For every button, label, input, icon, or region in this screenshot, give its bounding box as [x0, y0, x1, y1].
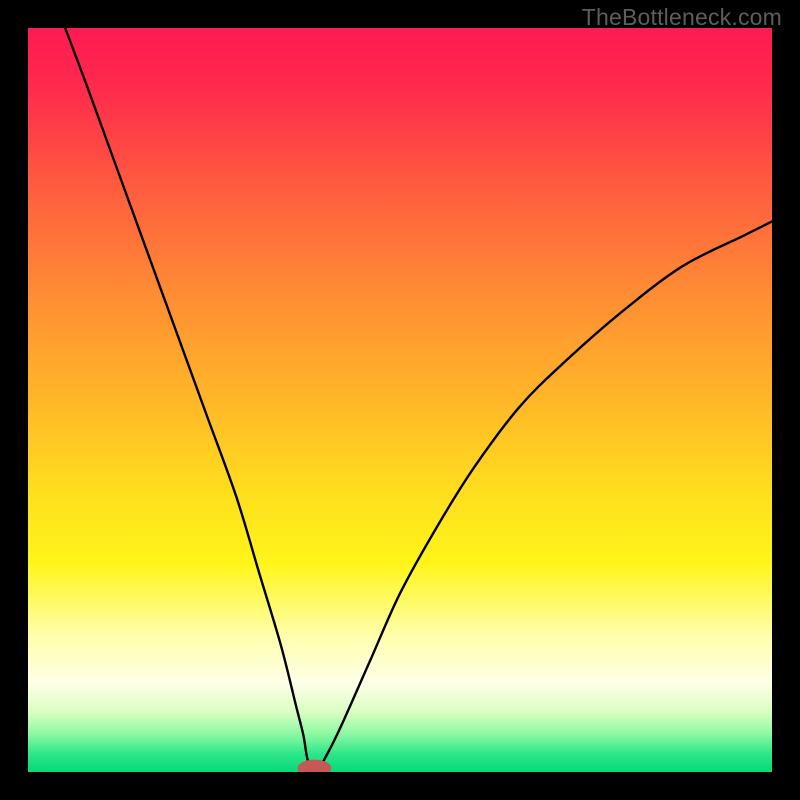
plot-area [28, 28, 772, 772]
bottleneck-chart [28, 28, 772, 772]
optimal-point-marker [298, 760, 331, 772]
gradient-background [28, 28, 772, 772]
outer-frame: TheBottleneck.com [0, 0, 800, 800]
watermark-text: TheBottleneck.com [582, 4, 782, 31]
